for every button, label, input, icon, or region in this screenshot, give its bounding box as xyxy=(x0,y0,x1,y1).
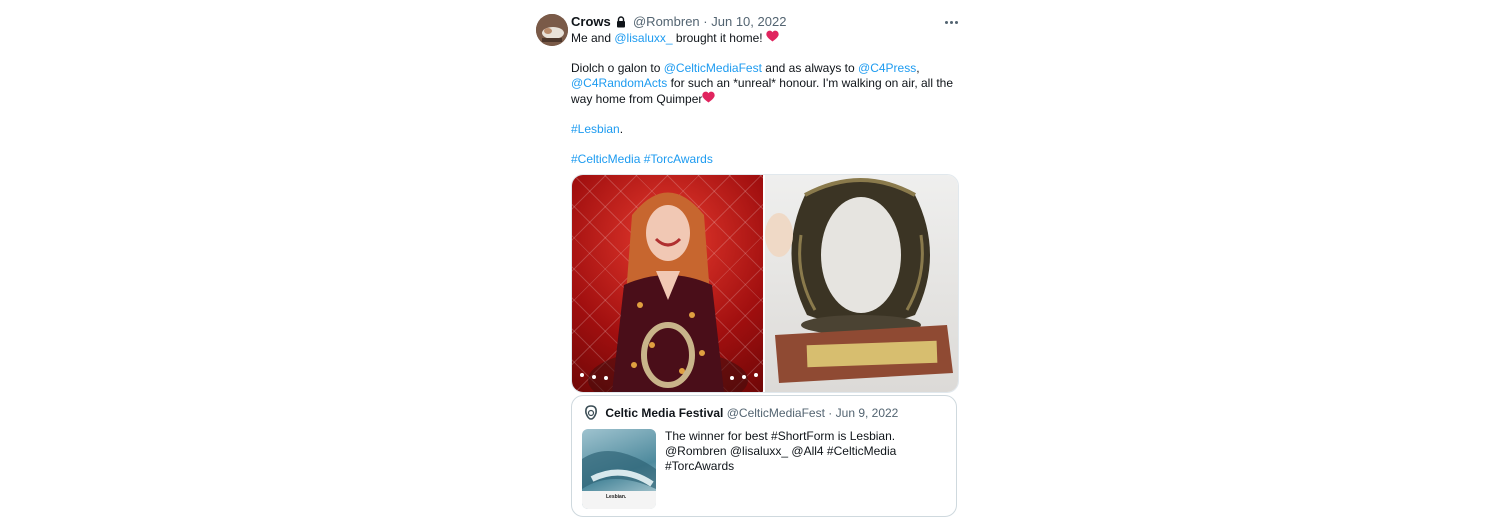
hashtag-torcawards[interactable]: #TorcAwards xyxy=(644,152,713,166)
tweet-hashtag-lesbian: #Lesbian. xyxy=(571,122,966,137)
photo-torc-award[interactable] xyxy=(765,175,958,392)
heart-emoji xyxy=(766,30,779,45)
text: Diolch o galon to xyxy=(571,61,661,75)
photo-winner[interactable] xyxy=(572,175,763,392)
tweet-date[interactable]: Jun 10, 2022 xyxy=(711,14,786,29)
quoted-date[interactable]: Jun 9, 2022 xyxy=(836,406,899,420)
quoted-tweet[interactable]: Celtic Media Festival @CelticMediaFest ·… xyxy=(571,395,957,517)
separator-dot: · xyxy=(703,14,708,29)
mention-c4press[interactable]: @C4Press xyxy=(858,61,916,75)
hashtag-celticmedia[interactable]: #CelticMedia xyxy=(571,152,640,166)
author-name[interactable]: Crows xyxy=(571,14,611,29)
quoted-tweet-text: The winner for best #ShortForm is Lesbia… xyxy=(665,429,897,473)
mention-c4randomacts[interactable]: @C4RandomActs xyxy=(571,76,667,90)
tweet-hashtags: #CelticMedia #TorcAwards xyxy=(571,152,966,167)
mention-celticmediafest[interactable]: @CelticMediaFest xyxy=(664,61,762,75)
text: . xyxy=(619,122,624,136)
thumbnail-caption: Lesbian. xyxy=(606,494,627,500)
photo-torc-award-illustration xyxy=(765,178,953,383)
text: Me and xyxy=(571,31,612,45)
hashtag-lesbian[interactable]: #Lesbian xyxy=(571,122,620,136)
quoted-author-handle[interactable]: @CelticMediaFest xyxy=(727,406,825,420)
tweet-body: Me and @lisaluxx_ brought it home! Diolc… xyxy=(571,30,966,167)
photo-winner-illustration xyxy=(580,192,758,392)
heart-emoji xyxy=(702,91,716,106)
text: , xyxy=(916,61,920,75)
celtic-media-logo-icon xyxy=(584,405,598,423)
tweet-media[interactable] xyxy=(571,174,959,393)
quoted-tweet-header: Celtic Media Festival @CelticMediaFest ·… xyxy=(584,405,898,423)
text: brought it home! xyxy=(675,31,763,45)
avatar-image xyxy=(536,14,568,46)
tweet-line-1: Me and @lisaluxx_ brought it home! xyxy=(571,30,966,46)
text: and as always to xyxy=(765,61,855,75)
author-handle[interactable]: @Rombren xyxy=(633,14,700,29)
author-avatar[interactable] xyxy=(536,14,568,46)
more-options-icon[interactable] xyxy=(939,12,963,32)
separator-dot: · xyxy=(828,406,833,420)
mention-lisaluxx[interactable]: @lisaluxx_ xyxy=(614,31,672,45)
tweet-paragraph-2: Diolch o galon to @CelticMediaFest and a… xyxy=(571,61,966,107)
quoted-media-thumbnail[interactable]: Lesbian. xyxy=(582,429,656,509)
quoted-author-name[interactable]: Celtic Media Festival xyxy=(605,406,723,420)
